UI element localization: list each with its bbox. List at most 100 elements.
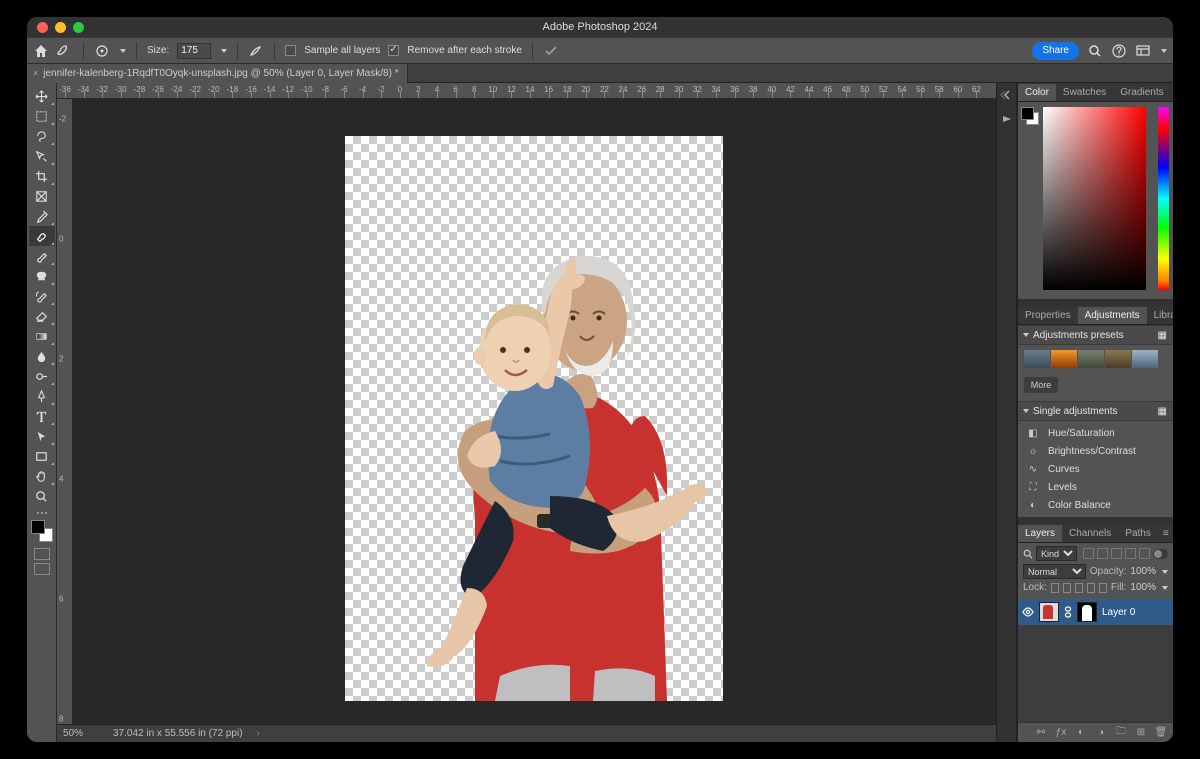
tool-quick-select[interactable] — [29, 146, 55, 166]
tab-layers[interactable]: Layers — [1018, 525, 1062, 542]
color-field[interactable] — [1043, 107, 1146, 290]
tool-spot-healing[interactable] — [29, 226, 55, 246]
share-button[interactable]: Share — [1032, 42, 1079, 60]
blend-mode-select[interactable]: Normal — [1023, 564, 1086, 579]
preset-thumbnail[interactable] — [1078, 350, 1104, 368]
tool-clone-stamp[interactable] — [29, 266, 55, 286]
adjustment-item[interactable]: ∿Curves — [1018, 460, 1173, 478]
quick-mask-icon[interactable] — [34, 548, 50, 560]
close-tab-icon[interactable]: × — [33, 68, 38, 78]
tab-adjustments[interactable]: Adjustments — [1078, 307, 1147, 324]
tab-paths[interactable]: Paths — [1118, 525, 1158, 542]
search-icon[interactable] — [1087, 43, 1103, 59]
workspace-dropdown-icon[interactable] — [1161, 49, 1167, 53]
adjustment-item[interactable]: ☼Brightness/Contrast — [1018, 442, 1173, 460]
home-icon[interactable] — [33, 43, 49, 59]
tool-blur[interactable] — [29, 346, 55, 366]
lock-position-icon[interactable] — [1063, 583, 1071, 593]
layer-name[interactable]: Layer 0 — [1102, 607, 1135, 618]
single-adjustments-header[interactable]: Single adjustments ▦ — [1018, 401, 1173, 421]
layer-mask-thumbnail[interactable] — [1077, 602, 1097, 622]
commit-icon[interactable] — [543, 43, 559, 59]
healing-brush-icon[interactable] — [57, 43, 73, 59]
new-fill-adjust-icon[interactable]: ◑ — [1095, 727, 1107, 739]
workspace-icon[interactable] — [1135, 43, 1151, 59]
tool-zoom[interactable] — [29, 486, 55, 506]
tool-type[interactable] — [29, 406, 55, 426]
preset-thumbnail[interactable] — [1051, 350, 1077, 368]
screen-mode-icon[interactable] — [34, 563, 50, 575]
opacity-dropdown-icon[interactable] — [1162, 570, 1168, 574]
layer-item[interactable]: Layer 0 — [1018, 599, 1173, 625]
presets-more-button[interactable]: More — [1024, 377, 1058, 393]
tool-path-select[interactable] — [29, 426, 55, 446]
lock-all-icon[interactable] — [1087, 583, 1095, 593]
new-group-icon[interactable]: 🗀 — [1115, 727, 1127, 739]
sample-all-layers-checkbox[interactable] — [285, 45, 296, 56]
tab-channels[interactable]: Channels — [1062, 525, 1118, 542]
expand-panels-icon[interactable] — [1000, 88, 1014, 102]
single-grid-icon[interactable]: ▦ — [1158, 406, 1167, 417]
delete-layer-icon[interactable]: 🗑 — [1155, 727, 1167, 739]
layer-filter-icons[interactable] — [1083, 548, 1150, 559]
preset-thumbnail[interactable] — [1132, 350, 1158, 368]
tool-brush[interactable] — [29, 246, 55, 266]
adjustment-item[interactable]: ◧Hue/Saturation — [1018, 424, 1173, 442]
remove-after-stroke-checkbox[interactable] — [388, 45, 399, 56]
brush-preset-dropdown-icon[interactable] — [120, 49, 126, 53]
brush-settings-icon[interactable] — [94, 43, 110, 59]
vertical-ruler[interactable]: -202468 — [57, 99, 73, 724]
hue-slider[interactable] — [1158, 107, 1169, 290]
lock-artboard-icon[interactable] — [1075, 583, 1083, 593]
tool-move[interactable] — [29, 86, 55, 106]
viewport[interactable] — [73, 99, 996, 724]
opacity-value[interactable]: 100% — [1130, 566, 1156, 577]
foreground-background-colors[interactable] — [31, 520, 53, 542]
layer-filter-kind[interactable]: Kind — [1036, 546, 1077, 561]
tab-color[interactable]: Color — [1018, 84, 1056, 101]
size-dropdown-icon[interactable] — [221, 49, 227, 53]
zoom-level[interactable]: 50% — [63, 728, 103, 739]
add-mask-icon[interactable]: ◐ — [1075, 727, 1087, 739]
tab-libraries[interactable]: Libraries — [1147, 307, 1173, 324]
collapsed-panel-icon[interactable] — [1000, 112, 1014, 126]
layer-fx-icon[interactable]: ƒx — [1055, 727, 1067, 739]
horizontal-ruler[interactable]: -36-34-32-30-28-26-24-22-20-18-16-14-12-… — [57, 83, 996, 99]
adjustments-presets-header[interactable]: Adjustments presets ▦ — [1018, 325, 1173, 345]
tool-marquee[interactable] — [29, 106, 55, 126]
preset-thumbnail[interactable] — [1024, 350, 1050, 368]
panel-fg-bg-swatch[interactable] — [1021, 107, 1039, 125]
lock-nested-icon[interactable] — [1099, 583, 1107, 593]
mask-link-icon[interactable] — [1064, 606, 1072, 618]
tool-frame[interactable] — [29, 186, 55, 206]
tab-swatches[interactable]: Swatches — [1056, 84, 1113, 101]
layer-filter-toggle[interactable] — [1153, 549, 1168, 559]
preset-thumbnail[interactable] — [1105, 350, 1131, 368]
tool-crop[interactable] — [29, 166, 55, 186]
brush-preview-icon[interactable] — [248, 43, 264, 59]
visibility-icon[interactable] — [1022, 606, 1034, 618]
tool-eyedropper[interactable] — [29, 206, 55, 226]
fill-dropdown-icon[interactable] — [1162, 586, 1168, 590]
tool-eraser[interactable] — [29, 306, 55, 326]
tab-properties[interactable]: Properties — [1018, 307, 1078, 324]
status-caret-icon[interactable]: › — [257, 728, 260, 739]
tool-shape[interactable] — [29, 446, 55, 466]
brush-size-input[interactable] — [177, 43, 211, 59]
presets-grid-icon[interactable]: ▦ — [1158, 330, 1167, 341]
adjustment-item[interactable]: ◐Color Balance — [1018, 496, 1173, 514]
tab-gradients[interactable]: Gradients — [1113, 84, 1170, 101]
layer-thumbnail[interactable] — [1039, 602, 1059, 622]
tool-lasso[interactable] — [29, 126, 55, 146]
adjustment-item[interactable]: ⛶Levels — [1018, 478, 1173, 496]
new-layer-icon[interactable]: ⊞ — [1135, 727, 1147, 739]
document-tab[interactable]: × jennifer-kalenberg-1RqdfT0Oyqk-unsplas… — [27, 64, 408, 83]
tool-dodge[interactable] — [29, 366, 55, 386]
help-icon[interactable] — [1111, 43, 1127, 59]
tab-patterns[interactable]: Patterns — [1171, 84, 1173, 101]
layer-list[interactable]: Layer 0 — [1018, 599, 1173, 722]
link-layers-icon[interactable]: ⚯ — [1035, 727, 1047, 739]
lock-pixels-icon[interactable] — [1051, 583, 1059, 593]
canvas[interactable] — [345, 136, 723, 701]
doc-info[interactable]: 37.042 in x 55.556 in (72 ppi) — [113, 728, 243, 739]
